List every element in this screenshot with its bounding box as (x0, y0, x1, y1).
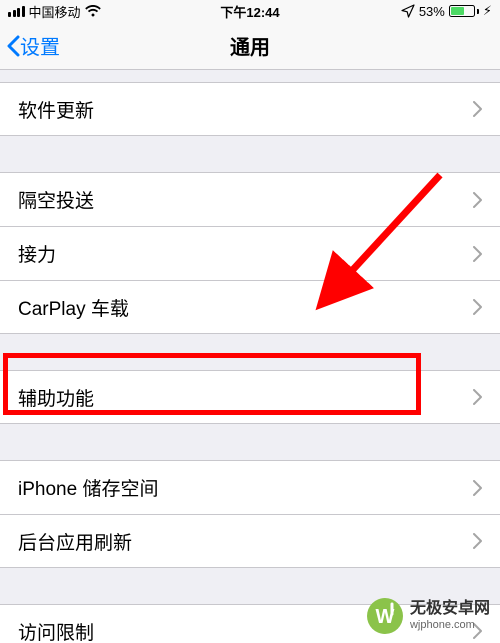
settings-group: 辅助功能 (0, 370, 500, 424)
charging-icon: ⚡︎ (483, 3, 492, 19)
status-bar: 中国移动 下午12:44 53% ⚡︎ (0, 0, 500, 22)
cell-label: 后台应用刷新 (18, 528, 132, 555)
chevron-right-icon (472, 533, 482, 549)
chevron-right-icon (472, 480, 482, 496)
nav-bar: 设置 通用 (0, 22, 500, 70)
cell-background-refresh[interactable]: 后台应用刷新 (0, 514, 500, 568)
cell-label: 软件更新 (18, 96, 94, 123)
watermark: W 无极安卓网 wjphone.com (366, 597, 490, 635)
watermark-url: wjphone.com (410, 619, 490, 632)
cell-label: 接力 (18, 240, 56, 267)
settings-group: iPhone 储存空间 后台应用刷新 (0, 460, 500, 568)
chevron-left-icon (6, 35, 20, 57)
chevron-right-icon (472, 101, 482, 117)
page-title: 通用 (0, 31, 500, 60)
cell-handoff[interactable]: 接力 (0, 226, 500, 280)
location-icon (401, 4, 415, 18)
cell-airdrop[interactable]: 隔空投送 (0, 172, 500, 226)
battery-percent: 53% (419, 4, 445, 19)
cell-label: 隔空投送 (18, 186, 94, 213)
cell-label: 辅助功能 (18, 384, 94, 411)
settings-group: 隔空投送 接力 CarPlay 车载 (0, 172, 500, 334)
cell-label: 访问限制 (18, 618, 94, 643)
cellular-signal-icon (8, 6, 25, 17)
chevron-right-icon (472, 192, 482, 208)
back-label: 设置 (20, 31, 60, 60)
back-button[interactable]: 设置 (0, 31, 60, 60)
cell-iphone-storage[interactable]: iPhone 储存空间 (0, 460, 500, 514)
chevron-right-icon (472, 389, 482, 405)
chevron-right-icon (472, 246, 482, 262)
status-left: 中国移动 (8, 2, 101, 21)
chevron-right-icon (472, 299, 482, 315)
cell-accessibility[interactable]: 辅助功能 (0, 370, 500, 424)
wifi-icon (85, 5, 101, 17)
status-right: 53% ⚡︎ (401, 3, 492, 19)
cell-label: CarPlay 车载 (18, 294, 129, 321)
battery-icon (449, 5, 479, 17)
cell-software-update[interactable]: 软件更新 (0, 82, 500, 136)
cell-carplay[interactable]: CarPlay 车载 (0, 280, 500, 334)
watermark-logo-icon: W (366, 597, 404, 635)
watermark-title: 无极安卓网 (410, 600, 490, 618)
carrier-label: 中国移动 (29, 2, 81, 21)
cell-label: iPhone 储存空间 (18, 474, 158, 501)
settings-group: 软件更新 (0, 82, 500, 136)
